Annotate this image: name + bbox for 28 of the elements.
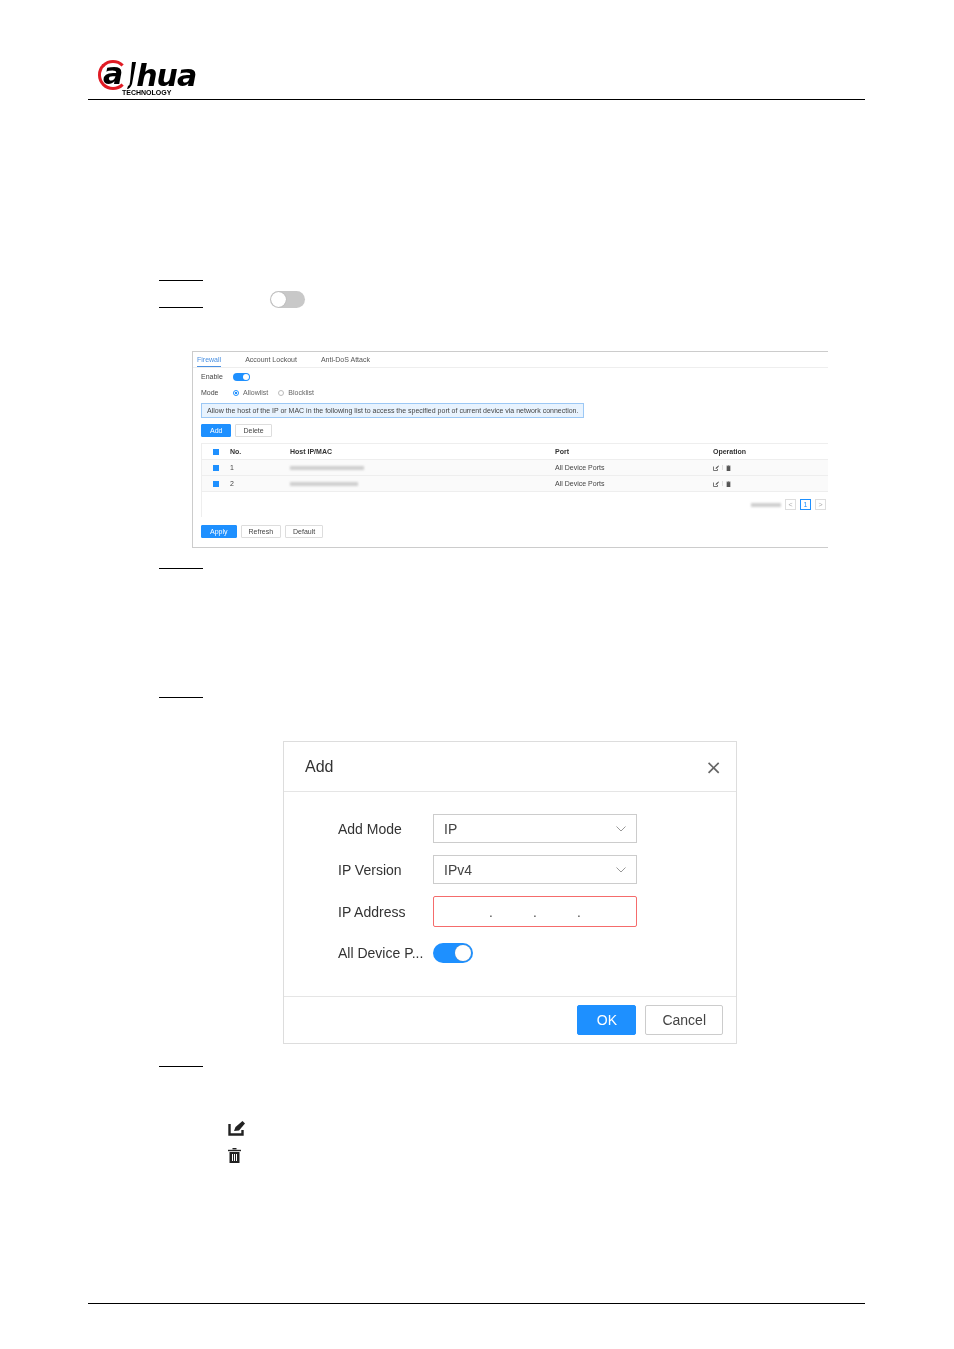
toggle-switch[interactable] — [233, 372, 250, 381]
radio-button[interactable] — [278, 389, 285, 396]
close-button[interactable]: × — [705, 756, 722, 777]
trash-icon[interactable] — [726, 464, 731, 471]
ip-address-field[interactable]: . . . — [433, 896, 637, 927]
edit-icon — [228, 1120, 246, 1136]
checkbox[interactable] — [213, 464, 219, 471]
blurred-text — [751, 502, 781, 507]
toggle-switch[interactable] — [270, 291, 305, 308]
radio-button[interactable] — [233, 389, 239, 396]
field-label: IP Address — [338, 903, 407, 920]
dialog-button[interactable]: Cancel — [645, 1005, 723, 1035]
chevron-down-icon — [616, 866, 626, 873]
checkbox[interactable] — [213, 480, 219, 487]
trash-icon[interactable] — [726, 480, 731, 487]
field-label: IP Version — [338, 861, 403, 878]
trash-icon — [228, 1148, 241, 1163]
dialog-title: Add — [305, 757, 334, 776]
edit-icon[interactable] — [713, 464, 719, 471]
chevron-down-icon — [616, 825, 626, 832]
dropdown-field[interactable]: IPv4 — [433, 855, 637, 884]
field-label: All Device P... — [338, 945, 425, 961]
toggle-switch[interactable] — [433, 943, 473, 963]
checkbox[interactable] — [213, 448, 219, 455]
field-label: Add Mode — [338, 820, 403, 837]
edit-icon[interactable] — [713, 480, 719, 487]
dropdown-field[interactable]: IP — [433, 814, 637, 843]
blurred-text — [290, 481, 358, 486]
